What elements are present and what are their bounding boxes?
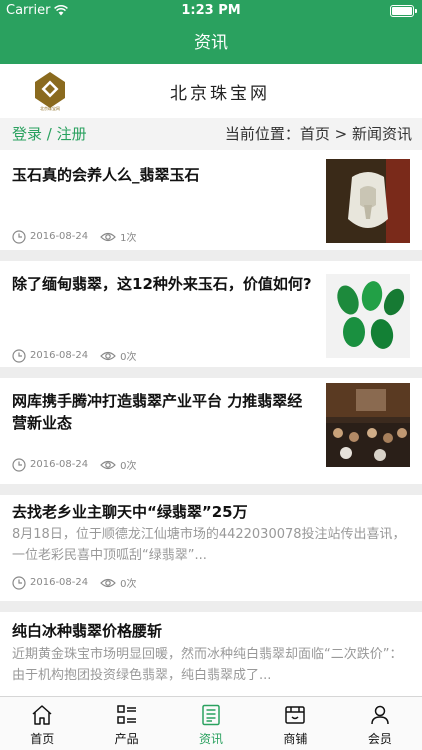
clock-icon	[12, 229, 26, 244]
news-thumbnail[interactable]	[326, 159, 410, 243]
divider	[0, 484, 422, 495]
eye-icon	[100, 460, 116, 469]
news-item[interactable]: 网库携手腾冲打造翡翠产业平台 力推翡翠经营新业态 2016-08-24 0次	[0, 378, 422, 484]
tab-member[interactable]: 会员	[338, 697, 422, 750]
news-date: 2016-08-24	[12, 348, 89, 363]
news-date-text: 2016-08-24	[30, 577, 89, 588]
news-title[interactable]: 除了缅甸翡翠，这12种外来玉石，价值如何?	[12, 273, 312, 295]
news-title[interactable]: 纯白冰种翡翠价格腰斩	[12, 620, 412, 642]
news-summary: 8月18日，位于顺德龙江仙塘市场的4422030078投注站传出喜讯，一位老彩民…	[12, 527, 406, 563]
news-views: 0次	[100, 457, 137, 472]
nav-bar: 资讯	[0, 22, 422, 64]
news-title[interactable]: 去找老乡业主聊天中“绿翡翠”25万	[12, 501, 412, 523]
news-meta: 2016-08-24 0次	[12, 348, 137, 363]
clock-icon	[12, 348, 26, 363]
news-thumbnail[interactable]	[326, 274, 410, 358]
news-item[interactable]: 除了缅甸翡翠，这12种外来玉石，价值如何? 2016-08-24 0次	[0, 261, 422, 367]
home-icon	[32, 705, 52, 725]
news-date: 2016-08-24	[12, 229, 89, 244]
location-bar: 登录 / 注册 当前位置：首页 > 新闻资讯	[0, 118, 422, 150]
news-meta: 2016-08-24 0次	[12, 457, 137, 472]
news-icon	[202, 704, 220, 726]
tab-shop[interactable]: 商铺	[253, 697, 337, 750]
site-logo[interactable]: 北京珠宝网	[32, 71, 68, 111]
status-time: 1:23 PM	[181, 3, 241, 18]
news-title[interactable]: 玉石真的会养人么_翡翠玉石	[12, 164, 312, 186]
tab-label: 产品	[114, 732, 139, 746]
eye-icon	[100, 232, 116, 241]
tab-news[interactable]: 资讯	[169, 697, 253, 750]
login-register-link[interactable]: 登录 / 注册	[12, 118, 87, 150]
tab-bar: 首页 产品 资讯 商铺 会员	[0, 696, 422, 750]
divider	[0, 601, 422, 612]
news-meta: 2016-08-24 1次	[12, 229, 137, 244]
clock-icon	[12, 457, 26, 472]
page-title: 资讯	[194, 33, 228, 53]
news-item[interactable]: 纯白冰种翡翠价格腰斩 近期黄金珠宝市场明显回暖，然而冰种纯白翡翠却面临“二次跌价…	[0, 612, 422, 696]
grid-list-icon	[116, 705, 136, 724]
battery-icon	[390, 5, 417, 17]
news-views: 0次	[100, 575, 137, 590]
news-views: 1次	[100, 229, 137, 244]
clock-icon	[12, 575, 26, 590]
news-views-text: 1次	[120, 233, 137, 244]
news-meta: 2016-08-24 0次	[12, 575, 137, 590]
news-date: 2016-08-24	[12, 575, 89, 590]
person-icon	[371, 705, 389, 725]
breadcrumb: 当前位置：首页 > 新闻资讯	[224, 125, 412, 143]
news-item[interactable]: 玉石真的会养人么_翡翠玉石 2016-08-24 1次	[0, 150, 422, 250]
status-bar: Carrier 1:23 PM	[0, 0, 422, 22]
news-feed[interactable]: 玉石真的会养人么_翡翠玉石 2016-08-24 1次 除了缅甸翡翠，这12种外…	[0, 150, 422, 696]
news-date: 2016-08-24	[12, 457, 89, 472]
site-name: 北京珠宝网	[170, 84, 270, 104]
brand-header: 北京珠宝网 北京珠宝网	[0, 64, 422, 118]
news-date-text: 2016-08-24	[30, 350, 89, 361]
tab-label: 商铺	[283, 732, 308, 746]
news-date-text: 2016-08-24	[30, 459, 89, 470]
news-views-text: 0次	[120, 461, 137, 472]
tab-label: 首页	[30, 732, 55, 746]
eye-icon	[100, 578, 116, 587]
news-views: 0次	[100, 348, 137, 363]
news-thumbnail[interactable]	[326, 383, 410, 467]
tab-label: 会员	[367, 732, 392, 746]
shop-icon	[285, 706, 306, 724]
tab-label: 资讯	[199, 732, 224, 746]
news-summary: 近期黄金珠宝市场明显回暖，然而冰种纯白翡翠却面临“二次跌价”：由于机构抱团投资绿…	[12, 647, 403, 683]
news-title[interactable]: 网库携手腾冲打造翡翠产业平台 力推翡翠经营新业态	[12, 390, 312, 434]
news-views-text: 0次	[120, 352, 137, 363]
tab-home[interactable]: 首页	[0, 697, 84, 750]
eye-icon	[100, 351, 116, 360]
news-date-text: 2016-08-24	[30, 231, 89, 242]
divider	[0, 250, 422, 261]
tab-products[interactable]: 产品	[84, 697, 168, 750]
news-views-text: 0次	[120, 579, 137, 590]
news-item[interactable]: 去找老乡业主聊天中“绿翡翠”25万 8月18日，位于顺德龙江仙塘市场的44220…	[0, 495, 422, 601]
logo-caption: 北京珠宝网	[40, 105, 60, 111]
divider	[0, 367, 422, 378]
